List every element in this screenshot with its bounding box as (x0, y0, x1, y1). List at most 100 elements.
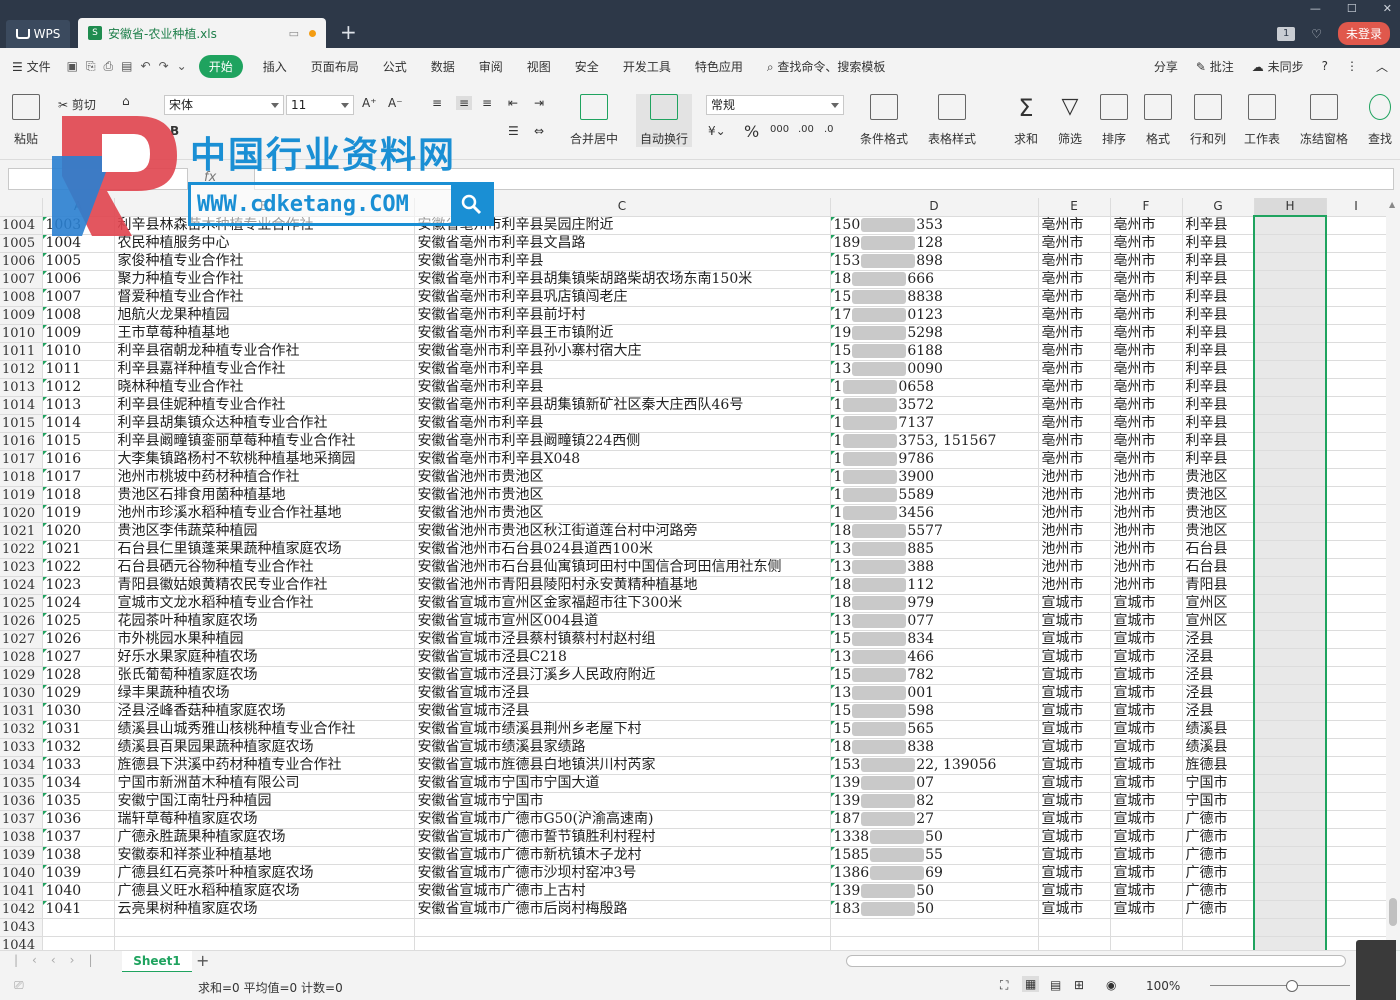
cell-i[interactable] (1326, 810, 1387, 829)
cell-id[interactable]: 1037 (42, 828, 115, 847)
cell-city-2[interactable]: 亳州市 (1110, 270, 1183, 289)
align-middle-icon[interactable]: ≡ (456, 96, 473, 110)
cell-i[interactable] (1326, 720, 1387, 739)
cell-address[interactable]: 安徽省亳州市利辛县胡集镇新矿社区秦大庄西队46号 (414, 396, 831, 415)
cell-i[interactable] (1326, 414, 1387, 433)
cell-district[interactable]: 利辛县 (1182, 252, 1255, 271)
cell-city-2[interactable]: 亳州市 (1110, 450, 1183, 469)
column-header-g[interactable]: G (1182, 198, 1255, 217)
cell-address[interactable]: 安徽省池州市贵池区 (414, 486, 831, 505)
cell-address[interactable]: 安徽省宣城市宁国市 (414, 792, 831, 811)
cell-phone[interactable]: 18 979 (830, 594, 1039, 613)
cell-city-2[interactable]: 亳州市 (1110, 414, 1183, 433)
cell-address[interactable]: 安徽省宣城市泾县C218 (414, 648, 831, 667)
cell-city[interactable]: 亳州市 (1038, 432, 1111, 451)
cell-phone[interactable]: 18 5577 (830, 522, 1039, 541)
cell-city[interactable] (1038, 918, 1111, 937)
cell-district[interactable]: 宁国市 (1182, 792, 1255, 811)
cell-id[interactable]: 1016 (42, 450, 115, 469)
tab-formula[interactable]: 公式 (371, 58, 419, 75)
cell-name[interactable]: 利辛县胡集镇众达种植专业合作社 (114, 414, 415, 433)
row-header[interactable]: 1038 (0, 828, 43, 847)
row-header[interactable]: 1020 (0, 504, 43, 523)
row-header[interactable]: 1026 (0, 612, 43, 631)
cell-id[interactable]: 1032 (42, 738, 115, 757)
cell-i[interactable] (1326, 468, 1387, 487)
cell-district[interactable]: 广德市 (1182, 864, 1255, 883)
row-header[interactable]: 1021 (0, 522, 43, 541)
row-header[interactable]: 1016 (0, 432, 43, 451)
cell-district[interactable]: 利辛县 (1182, 288, 1255, 307)
share-button[interactable]: 分享 (1154, 58, 1178, 75)
cell-i[interactable] (1326, 612, 1387, 631)
cell-h-selected[interactable] (1253, 756, 1327, 775)
cell-city-2[interactable]: 宣城市 (1110, 612, 1183, 631)
cell-city[interactable]: 亳州市 (1038, 306, 1111, 325)
cell-city-2[interactable]: 宣城市 (1110, 648, 1183, 667)
cell-district[interactable]: 利辛县 (1182, 396, 1255, 415)
cell-city[interactable]: 宣城市 (1038, 630, 1111, 649)
row-header[interactable]: 1027 (0, 630, 43, 649)
row-header[interactable]: 1004 (0, 216, 43, 235)
cell-address[interactable]: 安徽省池州市石台县仙寓镇珂田村中国信合珂田信用社东侧 (414, 558, 831, 577)
row-header[interactable]: 1018 (0, 468, 43, 487)
cell-name[interactable]: 王市草莓种植基地 (114, 324, 415, 343)
cell-address[interactable]: 安徽省亳州市利辛县孙小寨村宿大庄 (414, 342, 831, 361)
cell-city[interactable]: 宣城市 (1038, 702, 1111, 721)
cell-city-2[interactable]: 池州市 (1110, 468, 1183, 487)
cell-district[interactable]: 贵池区 (1182, 468, 1255, 487)
cell-id[interactable]: 1027 (42, 648, 115, 667)
row-header[interactable]: 1032 (0, 720, 43, 739)
cell-name[interactable] (114, 918, 415, 937)
cell-city-2[interactable]: 宣城市 (1110, 900, 1183, 919)
format-button[interactable]: 格式 (1144, 94, 1172, 147)
cell-id[interactable]: 1009 (42, 324, 115, 343)
cell-city-2[interactable]: 宣城市 (1110, 684, 1183, 703)
cell-district[interactable]: 泾县 (1182, 648, 1255, 667)
cell-id[interactable]: 1010 (42, 342, 115, 361)
indent-decrease-icon[interactable]: ⇤ (508, 96, 518, 110)
cell-i[interactable] (1326, 666, 1387, 685)
normal-view-icon[interactable]: ▦ (1022, 976, 1040, 992)
cell-district[interactable]: 利辛县 (1182, 432, 1255, 451)
cell-phone[interactable]: 1 3456 (830, 504, 1039, 523)
tab-insert[interactable]: 插入 (251, 58, 299, 75)
cell-h-selected[interactable] (1253, 378, 1327, 397)
sort-button[interactable]: 排序 (1100, 94, 1128, 147)
cell-i[interactable] (1326, 594, 1387, 613)
cell-phone[interactable]: 13 001 (830, 684, 1039, 703)
cell-city[interactable]: 亳州市 (1038, 414, 1111, 433)
window-count-badge[interactable]: 1 (1277, 26, 1296, 41)
cell-i[interactable] (1326, 684, 1387, 703)
cell-h-selected[interactable] (1253, 342, 1327, 361)
cell-id[interactable]: 1005 (42, 252, 115, 271)
cell-address[interactable] (414, 918, 831, 937)
cell-district[interactable]: 利辛县 (1182, 234, 1255, 253)
font-size-select[interactable]: 11 (286, 95, 354, 115)
column-header-i[interactable]: I (1326, 198, 1387, 217)
cell-name[interactable]: 云亮果树种植家庭农场 (114, 900, 415, 919)
cell-h-selected[interactable] (1253, 702, 1327, 721)
cell-h-selected[interactable] (1253, 522, 1327, 541)
column-header-d[interactable]: D (830, 198, 1039, 217)
cell-i[interactable] (1326, 432, 1387, 451)
cell-h-selected[interactable] (1253, 900, 1327, 919)
row-header[interactable]: 1013 (0, 378, 43, 397)
cell-district[interactable]: 利辛县 (1182, 414, 1255, 433)
cell-name[interactable]: 利辛县佳妮种植专业合作社 (114, 396, 415, 415)
cell-id[interactable]: 1015 (42, 432, 115, 451)
cell-name[interactable]: 晓林种植专业合作社 (114, 378, 415, 397)
row-header[interactable]: 1036 (0, 792, 43, 811)
row-header[interactable]: 1044 (0, 936, 43, 950)
distribute-icon[interactable]: ⇔ (534, 124, 544, 138)
cell-h-selected[interactable] (1253, 828, 1327, 847)
cell-i[interactable] (1326, 324, 1387, 343)
cell-name[interactable]: 旭航火龙果种植园 (114, 306, 415, 325)
zoom-level[interactable]: 100% (1146, 979, 1180, 993)
cell-i[interactable] (1326, 216, 1387, 235)
cell-city-2[interactable]: 池州市 (1110, 540, 1183, 559)
cell-address[interactable]: 安徽省亳州市利辛县胡集镇柴胡路柴胡农场东南150米 (414, 270, 831, 289)
cell-district[interactable]: 利辛县 (1182, 306, 1255, 325)
cell-district[interactable]: 利辛县 (1182, 342, 1255, 361)
cell-phone[interactable]: 13 077 (830, 612, 1039, 631)
